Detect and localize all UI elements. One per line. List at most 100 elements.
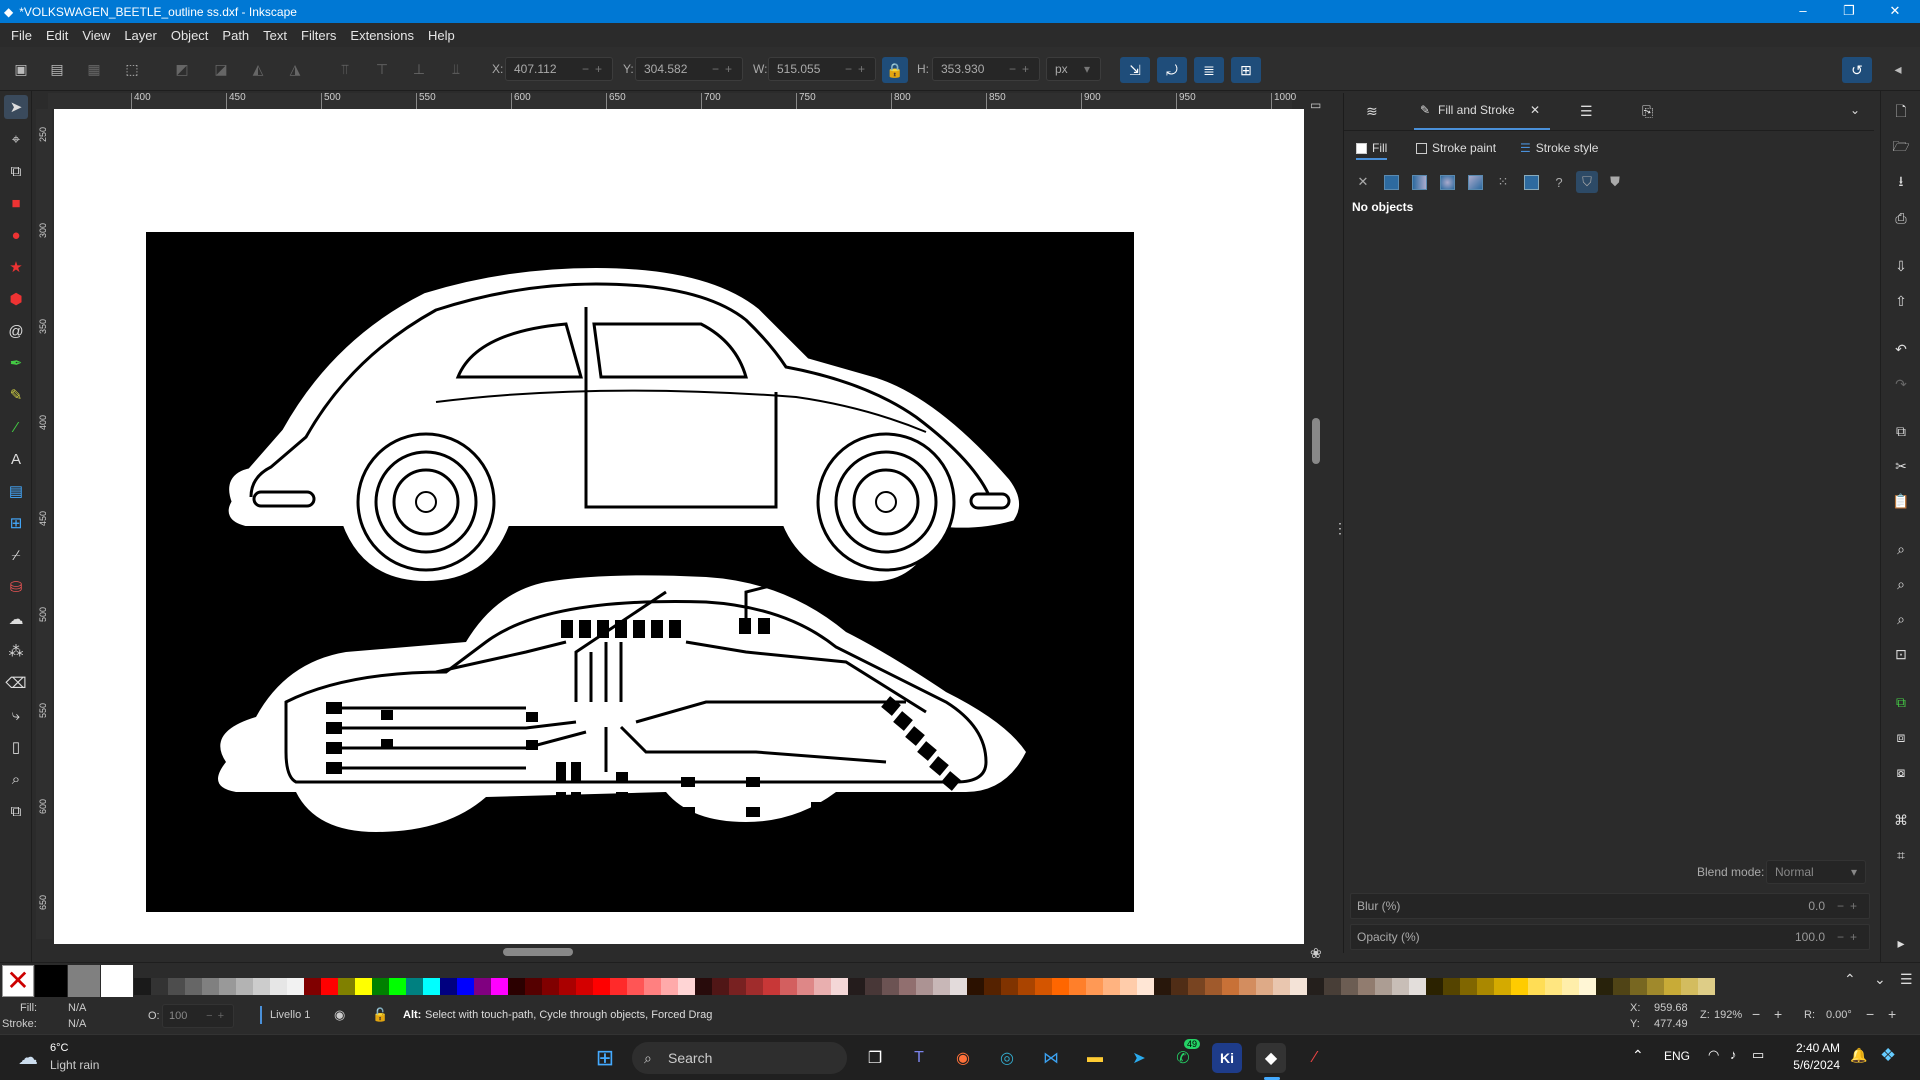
export-icon[interactable]: ⇧ <box>1889 289 1913 313</box>
zoom-selection-icon[interactable]: ⌕ <box>1889 537 1913 561</box>
palette-swatch[interactable] <box>1239 978 1256 995</box>
edge-icon[interactable]: ◎ <box>992 1043 1022 1073</box>
snap-toggle-button[interactable]: ↺ <box>1842 57 1872 83</box>
palette-swatch[interactable] <box>593 978 610 995</box>
palette-swatch[interactable] <box>185 978 202 995</box>
palette-swatch[interactable] <box>1460 978 1477 995</box>
open-icon[interactable]: 🗁 <box>1889 136 1913 160</box>
palette-swatch[interactable] <box>882 978 899 995</box>
palette-swatch[interactable] <box>576 978 593 995</box>
palette-swatch[interactable] <box>1222 978 1239 995</box>
tabs-menu-chevron-icon[interactable]: ⌄ <box>1850 103 1860 117</box>
palette-swatch[interactable] <box>287 978 304 995</box>
print-icon[interactable]: ⎙ <box>1889 206 1913 230</box>
palette-swatch[interactable] <box>644 978 661 995</box>
group-icon[interactable]: ⌘ <box>1889 808 1913 832</box>
firefox-icon[interactable]: ◉ <box>948 1043 978 1073</box>
palette-swatch[interactable] <box>1001 978 1018 995</box>
tab-fill-and-stroke[interactable]: ✎ Fill and Stroke ✕ <box>1414 93 1550 130</box>
menu-text[interactable]: Text <box>256 28 294 43</box>
select-all-layers-icon[interactable]: ▤ <box>46 58 68 80</box>
swatch-gray[interactable] <box>68 965 100 997</box>
palette-swatch[interactable] <box>1290 978 1307 995</box>
select-all-icon[interactable]: ▣ <box>10 58 32 80</box>
tray-overflow-icon[interactable]: ⌃ <box>1632 1047 1644 1064</box>
language-indicator[interactable]: ENG <box>1664 1049 1690 1063</box>
palette-swatch[interactable] <box>899 978 916 995</box>
subtab-stroke-style[interactable]: ☰ Stroke style <box>1520 141 1598 155</box>
expand-commands-icon[interactable]: ▸ <box>1889 931 1913 955</box>
current-layer-name[interactable]: Livello 1 <box>270 1009 310 1021</box>
palette-swatch[interactable] <box>355 978 372 995</box>
no-paint-icon[interactable]: ✕ <box>1352 171 1374 193</box>
palette-swatch[interactable] <box>797 978 814 995</box>
palette-swatch[interactable] <box>1630 978 1647 995</box>
palette-swatch[interactable] <box>134 978 151 995</box>
palette-scroll-up-icon[interactable]: ⌃ <box>1844 971 1856 988</box>
pen-app-icon[interactable]: ⁄ <box>1300 1043 1330 1073</box>
clone-icon[interactable]: ⧈ <box>1889 725 1913 749</box>
palette-swatch[interactable] <box>219 978 236 995</box>
close-button[interactable]: ✕ <box>1872 0 1918 23</box>
unset-paint-icon[interactable]: ? <box>1548 171 1570 193</box>
palette-swatch[interactable] <box>1188 978 1205 995</box>
document-page[interactable] <box>54 109 1304 944</box>
spray-tool-icon[interactable]: ⁂ <box>4 639 28 663</box>
palette-swatch[interactable] <box>984 978 1001 995</box>
palette-swatch[interactable] <box>372 978 389 995</box>
zoom-page-icon[interactable]: ⌕ <box>1889 607 1913 631</box>
palette-menu-icon[interactable]: ☰ <box>1900 971 1913 988</box>
palette-swatch[interactable] <box>168 978 185 995</box>
palette-swatch[interactable] <box>457 978 474 995</box>
battery-icon[interactable]: ▭ <box>1752 1047 1764 1063</box>
move-patterns-button[interactable]: ⊞ <box>1231 57 1261 83</box>
blend-mode-select[interactable]: Normal ▾ <box>1766 860 1866 884</box>
blur-field[interactable]: Blur (%) 0.0 −+ <box>1350 893 1870 919</box>
palette-swatch[interactable] <box>967 978 984 995</box>
palette-swatch[interactable] <box>423 978 440 995</box>
copy-icon[interactable]: ⧉ <box>1889 419 1913 443</box>
unlink-clone-icon[interactable]: ⧇ <box>1889 760 1913 784</box>
paint-bucket-icon[interactable]: ⛁ <box>4 575 28 599</box>
subtab-fill[interactable]: Fill <box>1356 141 1388 160</box>
palette-swatch[interactable] <box>1392 978 1409 995</box>
telegram-icon[interactable]: ➤ <box>1124 1043 1154 1073</box>
palette-swatch[interactable] <box>831 978 848 995</box>
zoom-fit-icon[interactable]: ⊡ <box>1889 642 1913 666</box>
palette-swatch[interactable] <box>236 978 253 995</box>
palette-swatch[interactable] <box>1103 978 1120 995</box>
menu-object[interactable]: Object <box>164 28 216 43</box>
spiral-tool-icon[interactable]: @ <box>4 319 28 343</box>
color-manage-icon[interactable]: ❀ <box>1310 945 1322 962</box>
mesh-tool-icon[interactable]: ⊞ <box>4 511 28 535</box>
palette-swatch[interactable] <box>1086 978 1103 995</box>
lower-bottom-icon[interactable]: ⫫ <box>445 58 467 80</box>
radial-gradient-icon[interactable] <box>1436 171 1458 193</box>
rotate-plus-icon[interactable]: + <box>1888 1006 1896 1022</box>
palette-swatch[interactable] <box>1324 978 1341 995</box>
lock-ratio-button[interactable]: 🔒 <box>882 57 908 83</box>
volume-icon[interactable]: ♪ <box>1730 1047 1737 1062</box>
beetle-artwork[interactable] <box>146 232 1134 912</box>
palette-swatch[interactable] <box>1069 978 1086 995</box>
palette-swatch[interactable] <box>1443 978 1460 995</box>
palette-swatch[interactable] <box>746 978 763 995</box>
teams-icon[interactable]: T <box>904 1043 934 1073</box>
weather-text[interactable]: Light rain <box>50 1058 99 1072</box>
palette-swatch[interactable] <box>1052 978 1069 995</box>
move-gradients-button[interactable]: ≣ <box>1194 57 1224 83</box>
gradient-tool-icon[interactable]: ▤ <box>4 479 28 503</box>
palette-swatch[interactable] <box>202 978 219 995</box>
palette-swatch[interactable] <box>1647 978 1664 995</box>
pages-tool-icon[interactable]: ▯ <box>4 735 28 759</box>
palette-swatch[interactable] <box>916 978 933 995</box>
copilot-icon[interactable]: ❖ <box>1880 1045 1896 1066</box>
scale-corners-button[interactable]: ⤾ <box>1157 57 1187 83</box>
menu-help[interactable]: Help <box>421 28 462 43</box>
w-field[interactable]: 515.055 −+ <box>768 57 876 81</box>
inkscape-taskbar-icon[interactable]: ◆ <box>1256 1043 1286 1073</box>
text-tool-icon[interactable]: A <box>4 447 28 471</box>
palette-scroll-down-icon[interactable]: ⌄ <box>1874 971 1886 988</box>
palette-swatch[interactable] <box>1409 978 1426 995</box>
palette-swatch[interactable] <box>1120 978 1137 995</box>
